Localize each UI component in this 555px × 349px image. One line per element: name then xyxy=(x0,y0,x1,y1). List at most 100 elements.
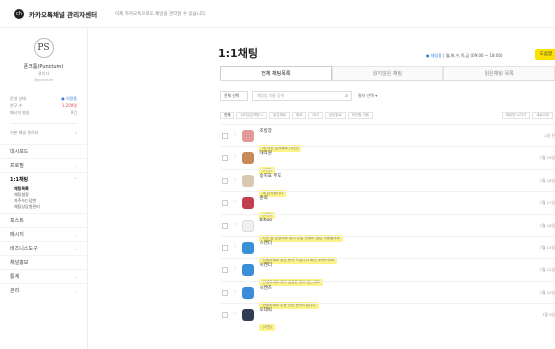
list-toolbar: 전체 읽지않은채팅 1 읽은채팅 중요 대기 상담완료 보관함 이동 채팅방 나… xyxy=(220,110,555,120)
avatar xyxy=(242,130,255,142)
chat-submenu: 채팅목록 채팅설정 자주쓰는답변 채팅상담원관리 xyxy=(0,186,87,213)
toolbar-pending-button[interactable]: 대기 xyxy=(308,111,323,119)
toolbar-archive-button[interactable]: 보관함 이동 xyxy=(347,111,374,119)
chat-date: 2일 전 xyxy=(544,133,555,138)
star-icon[interactable]: ☆ xyxy=(233,199,237,205)
sidebar-item-manage[interactable]: 관리 ⌄ xyxy=(0,283,87,297)
stat-label: 운영 상태 xyxy=(10,96,26,101)
chat-date: 7월 9일 xyxy=(541,312,555,318)
plan-label: 기본 채널 관리자 xyxy=(10,130,39,135)
chevron-down-icon: ⌄ xyxy=(73,232,77,237)
toolbar-important-button[interactable]: 중요 xyxy=(292,111,307,119)
toolbar-done-button[interactable]: 상담완료 xyxy=(324,111,346,119)
tab-read-chats[interactable]: 읽은채팅 목록 xyxy=(443,66,555,80)
main-content: 1:1채팅 ● 채팅중 | 월,화,수,목,금 (09:00 ~ 18:00) … xyxy=(88,28,555,349)
table-row[interactable]: ☆ 오데릭 (사진) 7월 9일 xyxy=(220,303,555,332)
sidebar-item-chat[interactable]: 1:1채팅 ⌃ xyxy=(0,172,87,186)
table-row[interactable]: ☆ 대작원 (사진) 7월 19일 xyxy=(220,146,555,175)
stat-row: 메시지 발송 0건 xyxy=(10,110,77,117)
operating-hours: | 월,화,수,목,금 (09:00 ~ 18:00) xyxy=(443,53,503,58)
stats-panel: 운영 상태 ● 이용중 친구 수 1,209명 메시지 발송 0건 xyxy=(0,88,87,117)
chat-date: 7월 16일 xyxy=(539,222,555,228)
avatar[interactable]: PS xyxy=(33,38,54,58)
avatar xyxy=(242,219,255,232)
sidebar-item-post[interactable]: 포스트 xyxy=(0,213,87,227)
table-row[interactable]: ☆ 조방장 네 사진 감사해요 (사진) 2일 전 xyxy=(220,124,555,152)
star-icon[interactable]: ☆ xyxy=(233,289,237,295)
row-checkbox[interactable] xyxy=(222,155,228,162)
chat-name: 승지효 주도 xyxy=(259,173,282,179)
toolbar-unread-button[interactable]: 읽지않은채팅 1 xyxy=(236,111,268,119)
chat-name: 스켄더 xyxy=(259,240,272,246)
row-checkbox[interactable] xyxy=(222,312,228,319)
table-row[interactable]: ☆ 시켄즈 안녕하세요 주문 관련 문의드립니다 7월 10일 xyxy=(220,280,555,309)
chat-name: 시켄더 xyxy=(259,263,272,269)
profile-name: 푼크툼(Punctum) xyxy=(23,64,64,70)
sidebar-item-label: 관리 xyxy=(10,288,20,294)
sidebar-item-stats[interactable]: 통계 ⌄ xyxy=(0,269,87,283)
sidebar-item-business-tools[interactable]: 비즈니스도구 ⌄ xyxy=(0,241,87,255)
sidebar-item-promotion[interactable]: 채널홍보 xyxy=(0,255,87,269)
toolbar-all-button[interactable]: 전체 xyxy=(220,111,235,119)
channel-logo-icon[interactable]: ch xyxy=(14,8,24,19)
select-dropdown[interactable]: 전체 선택 xyxy=(220,91,248,101)
row-checkbox[interactable] xyxy=(222,289,228,296)
chat-name: 대작원 xyxy=(259,151,272,157)
avatar xyxy=(242,264,255,277)
stat-value: 1,209명 xyxy=(61,103,77,108)
tab-all-chats[interactable]: 전체 채팅목록 xyxy=(220,66,332,80)
row-checkbox[interactable] xyxy=(222,222,228,229)
table-row[interactable]: ☆ 준희 (사진) 7월 17일 xyxy=(220,191,555,220)
search-icon[interactable]: ⌕ xyxy=(345,92,348,100)
chevron-down-icon: ⌄ xyxy=(73,163,77,168)
table-row[interactable]: ☆ bihoo 사진 잘 받았어요 혹시 주말 전에도 상담 가능할까요 7월 … xyxy=(220,213,555,242)
filter-dropdown[interactable]: 필터 선택 ▾ xyxy=(358,93,377,99)
leave-chat-button[interactable]: 채팅방 나가기 xyxy=(501,111,531,119)
avatar xyxy=(242,241,255,254)
chat-date: 7월 17일 xyxy=(539,200,555,206)
sidebar-item-profile[interactable]: 프로필 ⌄ xyxy=(0,158,87,172)
tab-unread-chats[interactable]: 읽지않은 채팅 xyxy=(331,66,444,80)
status-dot-icon: ● xyxy=(426,53,430,58)
row-checkbox[interactable] xyxy=(222,244,228,251)
avatar xyxy=(242,309,255,322)
star-icon[interactable]: ☆ xyxy=(233,311,237,317)
page-title: 1:1채팅 xyxy=(218,47,258,60)
table-row[interactable]: ☆ 스켄더 안녕하세요 상담 문의 드립니다 확인 부탁드려요 7월 15일 xyxy=(220,235,555,264)
search-placeholder: 채팅방 이름 검색 xyxy=(257,93,284,98)
star-icon[interactable]: ☆ xyxy=(233,244,237,250)
star-icon[interactable]: ☆ xyxy=(233,154,237,160)
chat-date: 7월 12일 xyxy=(539,267,555,273)
sidebar-item-dashboard[interactable]: 대시보드 xyxy=(0,144,87,158)
sidebar-item-label: 통계 xyxy=(10,274,20,280)
star-icon[interactable]: ☆ xyxy=(233,222,237,228)
row-checkbox[interactable] xyxy=(222,133,228,139)
profile-role: 관리자 xyxy=(37,71,50,76)
table-row[interactable]: ☆ 시켄더 안녕하세요 제가 궁금한 점이 있는데요 7월 12일 xyxy=(220,258,555,287)
chat-list: ☆ 조방장 네 사진 감사해요 (사진) 2일 전 ☆ 대작원 (사진) 7월 … xyxy=(220,124,555,332)
refresh-button[interactable]: 새로고침 xyxy=(532,111,553,119)
star-icon[interactable]: ☆ xyxy=(233,177,237,183)
row-checkbox[interactable] xyxy=(222,177,228,184)
stat-label: 친구 수 xyxy=(10,103,23,108)
app-title[interactable]: 카카오톡채널 관리자센터 xyxy=(29,9,97,19)
submenu-agents[interactable]: 채팅상담원관리 xyxy=(14,204,73,210)
row-checkbox[interactable] xyxy=(222,267,228,274)
chevron-down-icon: ⌄ xyxy=(73,288,77,293)
star-icon[interactable]: ☆ xyxy=(233,132,237,138)
search-input[interactable]: 채팅방 이름 검색 ⌕ xyxy=(252,91,352,101)
row-checkbox[interactable] xyxy=(222,200,228,207)
sidebar-item-label: 대시보드 xyxy=(10,149,29,155)
help-button[interactable]: 도움말 xyxy=(535,49,555,60)
avatar xyxy=(242,174,255,187)
sidebar-item-label: 메시지 xyxy=(10,232,24,238)
chat-preview: (사진) xyxy=(259,324,275,332)
stat-value: ● 이용중 xyxy=(61,96,77,101)
table-row[interactable]: ☆ 승지효 주도 네 감사합니다 7월 18일 xyxy=(220,168,555,197)
toolbar-read-button[interactable]: 읽은채팅 xyxy=(269,111,291,119)
sidebar-item-message[interactable]: 메시지 ⌄ xyxy=(0,227,87,241)
plan-row[interactable]: 기본 채널 관리자 › xyxy=(10,123,77,136)
status-on-label[interactable]: 채팅중 xyxy=(431,53,442,58)
top-notice: 이제 카카오톡으로도 채널을 관리할 수 있습니다. xyxy=(115,11,207,17)
star-icon[interactable]: ☆ xyxy=(233,266,237,272)
